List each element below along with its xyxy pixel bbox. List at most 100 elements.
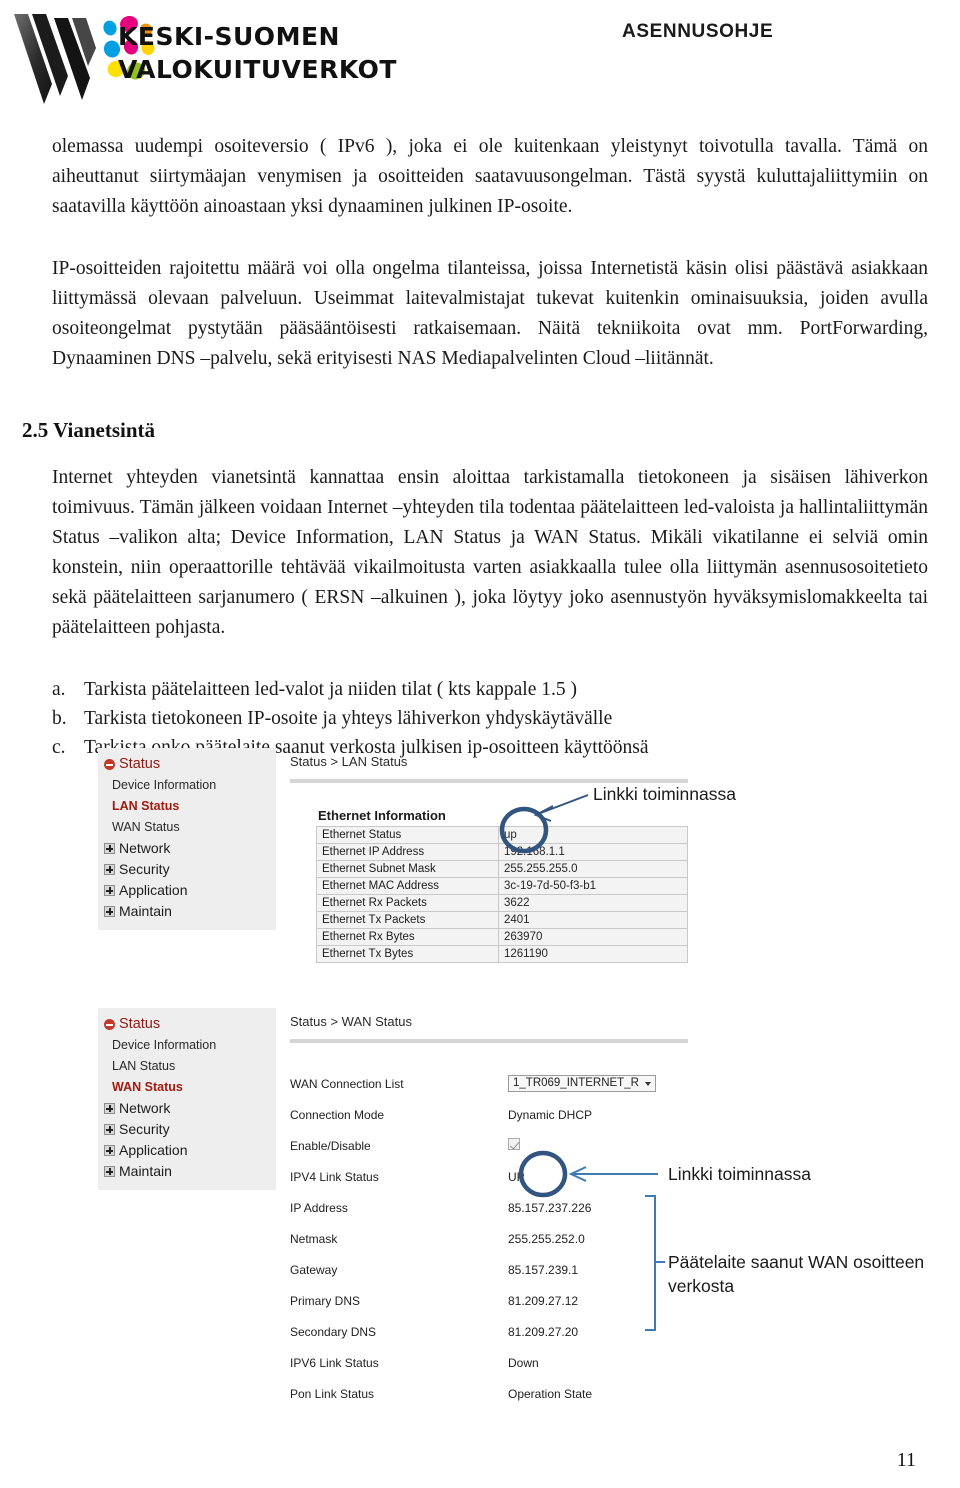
plus-icon[interactable] <box>104 843 115 854</box>
row-value: up <box>498 826 688 844</box>
field-gateway: Gateway 85.157.239.1 <box>290 1254 690 1285</box>
annotation-wan-address-line-1: Päätelaite saanut WAN osoitteen <box>668 1252 925 1272</box>
sidebar-item-label: Network <box>119 840 171 856</box>
chevron-down-icon[interactable] <box>644 1082 651 1086</box>
paragraph-address-limits: IP-osoitteiden rajoitettu määrä voi olla… <box>52 258 928 369</box>
field-label: Primary DNS <box>290 1293 361 1308</box>
row-value: 192.168.1.1 <box>498 843 688 861</box>
sidebar-item-label: Security <box>119 861 170 877</box>
row-value: 263970 <box>498 928 688 946</box>
plus-icon[interactable] <box>104 1103 115 1114</box>
field-wan-connection-list: WAN Connection List 1_TR069_INTERNET_R <box>290 1068 690 1099</box>
sidebar-item-status[interactable]: Status <box>98 1014 276 1035</box>
wan-status-fields: WAN Connection List 1_TR069_INTERNET_R C… <box>290 1068 690 1409</box>
company-logo: KESKI-SUOMEN VALOKUITUVERKOT <box>8 8 396 113</box>
logo-line-2: VALOKUITUVERKOT <box>118 55 397 84</box>
row-key: Ethernet Subnet Mask <box>316 860 499 878</box>
field-value: UP <box>508 1169 525 1184</box>
row-key: Ethernet Tx Bytes <box>316 945 499 963</box>
ethernet-information-table: Ethernet Information Ethernet Status up … <box>316 808 688 963</box>
sidebar-item-label: Maintain <box>119 1163 172 1179</box>
field-label: IPV6 Link Status <box>290 1355 379 1370</box>
plus-icon[interactable] <box>104 885 115 896</box>
row-value: 3622 <box>498 894 688 912</box>
document-type-label: ASENNUSOHJE <box>622 21 774 42</box>
sidebar-item-lan-status[interactable]: LAN Status <box>98 1056 276 1077</box>
sidebar-item-security[interactable]: Security <box>98 1119 276 1140</box>
field-label: Secondary DNS <box>290 1324 377 1339</box>
plus-icon[interactable] <box>104 1166 115 1177</box>
annotation-lan-link: Linkki toiminnassa <box>593 784 736 804</box>
sidebar-item-application[interactable]: Application <box>98 1140 276 1161</box>
paragraph-troubleshooting: Internet yhteyden vianetsintä kannattaa … <box>52 467 928 638</box>
sidebar-item-label: Status <box>119 756 161 772</box>
table-row: Ethernet IP Address 192.168.1.1 <box>316 843 688 861</box>
router-nav-lan[interactable]: Status Device Information LAN Status WAN… <box>98 748 276 930</box>
document-content: olemassa uudempi osoiteversio ( IPv6 ), … <box>0 132 960 762</box>
field-enable-disable: Enable/Disable <box>290 1130 690 1161</box>
annotation-wan-address-line-2: verkosta <box>668 1276 735 1296</box>
row-value: 1261190 <box>498 945 688 963</box>
page-header: KESKI-SUOMEN VALOKUITUVERKOT ASENNUSOHJE <box>0 0 960 120</box>
field-label: Enable/Disable <box>290 1138 371 1153</box>
plus-icon[interactable] <box>104 1145 115 1156</box>
row-value: 2401 <box>498 911 688 929</box>
field-value <box>508 1138 520 1153</box>
sidebar-item-status[interactable]: Status <box>98 754 276 775</box>
wan-connection-select[interactable]: 1_TR069_INTERNET_R <box>508 1075 656 1092</box>
minus-icon[interactable] <box>104 759 115 770</box>
sidebar-item-label: Device Information <box>112 778 217 792</box>
plus-icon[interactable] <box>104 1124 115 1135</box>
row-key: Ethernet IP Address <box>316 843 499 861</box>
sidebar-item-device-information[interactable]: Device Information <box>98 775 276 796</box>
sidebar-item-label: LAN Status <box>112 799 180 813</box>
sidebar-item-label: Application <box>119 1142 188 1158</box>
table-row: Ethernet MAC Address 3c-19-7d-50-f3-b1 <box>316 877 688 895</box>
sidebar-item-security[interactable]: Security <box>98 859 276 880</box>
field-value: 85.157.237.226 <box>508 1200 592 1215</box>
field-value: 1_TR069_INTERNET_R <box>508 1075 656 1092</box>
row-key: Ethernet Tx Packets <box>316 911 499 929</box>
sidebar-item-wan-status[interactable]: WAN Status <box>98 1077 276 1098</box>
field-ip-address: IP Address 85.157.237.226 <box>290 1192 690 1223</box>
field-label: Gateway <box>290 1262 338 1277</box>
field-value: 85.157.239.1 <box>508 1262 579 1277</box>
row-key: Ethernet Status <box>316 826 499 844</box>
sidebar-item-lan-status[interactable]: LAN Status <box>98 796 276 817</box>
minus-icon[interactable] <box>104 1019 115 1030</box>
divider <box>290 1039 688 1043</box>
list-item-text: Tarkista tietokoneen IP-osoite ja yhteys… <box>84 708 613 729</box>
field-label: IP Address <box>290 1200 348 1215</box>
list-marker: a. <box>52 679 66 700</box>
field-label: Pon Link Status <box>290 1386 375 1401</box>
plus-icon[interactable] <box>104 864 115 875</box>
list-marker: c. <box>52 737 66 758</box>
page-number: 11 <box>896 1449 916 1471</box>
sidebar-item-maintain[interactable]: Maintain <box>98 901 276 922</box>
row-value: 255.255.255.0 <box>498 860 688 878</box>
sidebar-item-maintain[interactable]: Maintain <box>98 1161 276 1182</box>
row-key: Ethernet MAC Address <box>316 877 499 895</box>
field-label: WAN Connection List <box>290 1076 404 1091</box>
field-ipv4-link-status: IPV4 Link Status UP <box>290 1161 690 1192</box>
table-row: Ethernet Tx Bytes 1261190 <box>316 945 688 963</box>
sidebar-item-label: Status <box>119 1016 161 1032</box>
field-netmask: Netmask 255.255.252.0 <box>290 1223 690 1254</box>
list-item: a. Tarkista päätelaitteen led-valot ja n… <box>52 675 960 704</box>
router-nav-wan[interactable]: Status Device Information LAN Status WAN… <box>98 1008 276 1190</box>
sidebar-item-label: Maintain <box>119 903 172 919</box>
sidebar-item-application[interactable]: Application <box>98 880 276 901</box>
plus-icon[interactable] <box>104 906 115 917</box>
field-value: 255.255.252.0 <box>508 1231 585 1246</box>
sidebar-item-wan-status[interactable]: WAN Status <box>98 817 276 838</box>
sidebar-item-label: WAN Status <box>112 820 180 834</box>
sidebar-item-network[interactable]: Network <box>98 838 276 859</box>
enable-disable-checkbox[interactable] <box>508 1138 520 1150</box>
wan-status-screenshot: Status Device Information LAN Status WAN… <box>98 1008 698 1408</box>
field-label: Connection Mode <box>290 1107 385 1122</box>
sidebar-item-network[interactable]: Network <box>98 1098 276 1119</box>
sidebar-item-device-information[interactable]: Device Information <box>98 1035 276 1056</box>
annotation-wan-address: Päätelaite saanut WAN osoitteen verkosta <box>668 1250 960 1298</box>
